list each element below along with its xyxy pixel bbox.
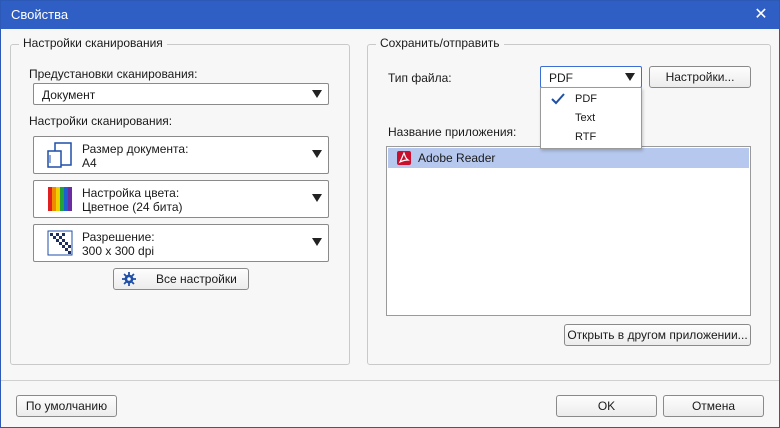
chevron-down-icon <box>312 194 322 202</box>
chevron-down-icon <box>312 150 322 158</box>
default-button[interactable]: По умолчанию <box>16 395 117 417</box>
preset-select[interactable]: Документ <box>33 83 329 105</box>
option-label: RTF <box>575 131 597 143</box>
cancel-button[interactable]: Отмена <box>663 395 764 417</box>
pdf-icon <box>397 151 411 165</box>
window-title: Свойства <box>11 7 69 22</box>
resolution-value: 300 x 300 dpi <box>82 244 155 258</box>
all-settings-button[interactable]: Все настройки <box>113 268 249 290</box>
chevron-down-icon <box>312 238 322 246</box>
app-name-label: Название приложения: <box>388 125 517 139</box>
chevron-down-icon <box>625 73 635 81</box>
option-label: PDF <box>575 93 597 105</box>
title-bar: Свойства ✕ <box>1 1 779 29</box>
checkmark-icon <box>551 93 565 105</box>
document-size-title: Размер документа: <box>82 142 189 156</box>
close-icon[interactable]: ✕ <box>751 5 771 25</box>
file-type-label: Тип файла: <box>388 71 452 85</box>
app-name: Adobe Reader <box>418 151 496 165</box>
preset-value: Документ <box>42 88 96 102</box>
dropdown-option-rtf[interactable]: RTF <box>541 128 641 148</box>
gear-icon <box>122 272 136 286</box>
all-settings-label: Все настройки <box>156 272 237 286</box>
ok-button[interactable]: OK <box>556 395 657 417</box>
resolution-title: Разрешение: <box>82 230 155 244</box>
dropdown-option-text[interactable]: Text <box>541 109 641 129</box>
file-type-dropdown: PDF Text RTF <box>540 87 642 149</box>
file-type-value: PDF <box>549 71 573 85</box>
color-setting-value: Цветное (24 бита) <box>82 200 183 214</box>
list-item[interactable]: Adobe Reader <box>388 148 749 168</box>
file-type-select[interactable]: PDF <box>540 66 642 88</box>
color-setting-title: Настройка цвета: <box>82 186 180 200</box>
color-palette-icon <box>48 187 72 211</box>
document-size-select[interactable]: Размер документа: A4 <box>33 136 329 174</box>
scan-settings-label: Настройки сканирования: <box>29 114 173 128</box>
resolution-grid-icon <box>47 230 73 256</box>
save-send-legend: Сохранить/отправить <box>376 36 504 50</box>
document-size-value: A4 <box>82 156 97 170</box>
resolution-select[interactable]: Разрешение: 300 x 300 dpi <box>33 224 329 262</box>
scan-settings-legend: Настройки сканирования <box>19 36 167 50</box>
option-label: Text <box>575 112 596 124</box>
properties-dialog: Свойства ✕ Настройки сканирования Предус… <box>0 0 780 428</box>
application-list[interactable]: Adobe Reader <box>386 146 751 316</box>
file-settings-button[interactable]: Настройки... <box>649 66 751 88</box>
preset-label: Предустановки сканирования: <box>29 67 198 81</box>
chevron-down-icon <box>312 90 322 98</box>
document-size-icon <box>47 142 72 168</box>
color-setting-select[interactable]: Настройка цвета: Цветное (24 бита) <box>33 180 329 218</box>
open-other-app-button[interactable]: Открыть в другом приложении... <box>564 324 751 346</box>
footer-divider <box>1 380 779 381</box>
dropdown-option-pdf[interactable]: PDF <box>541 90 641 110</box>
